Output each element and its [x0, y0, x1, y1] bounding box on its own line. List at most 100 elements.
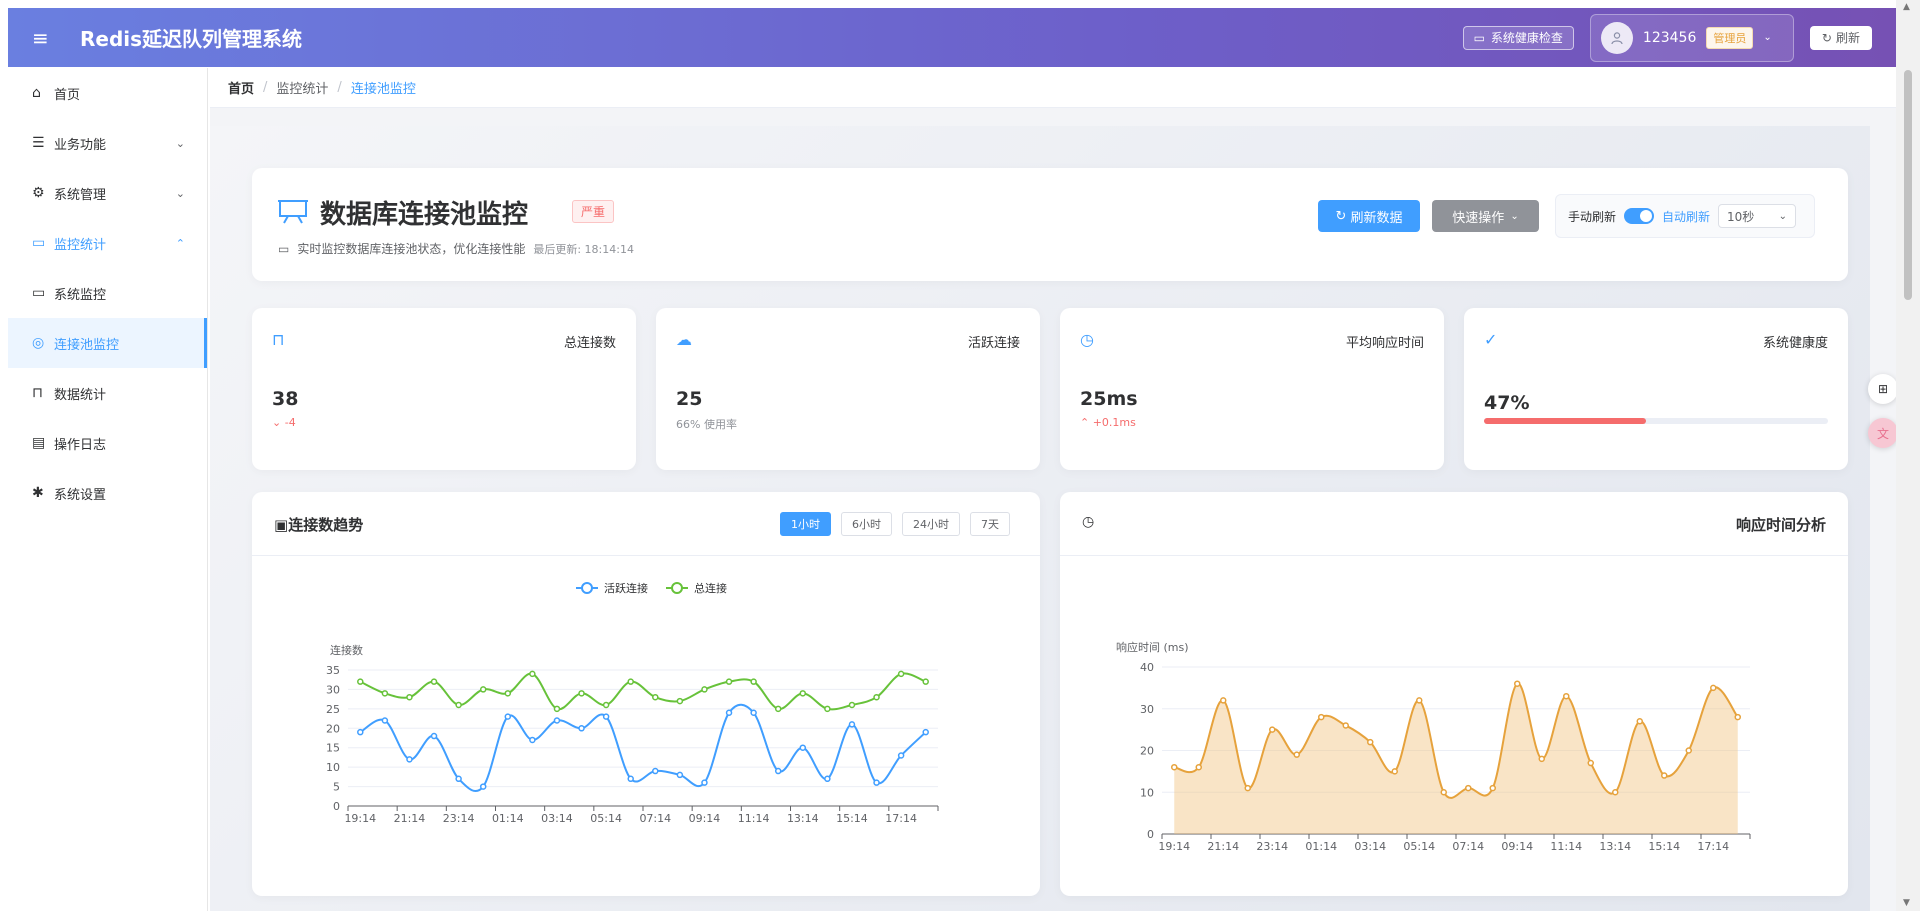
range-6h-button[interactable]: 6小时: [841, 512, 892, 536]
chevron-down-icon: ⌄: [175, 136, 185, 150]
range-24h-button[interactable]: 24小时: [902, 512, 960, 536]
sidebar-item-label: 操作日志: [54, 437, 107, 453]
quick-actions-button[interactable]: 快速操作 ⌄: [1432, 200, 1539, 232]
data-point: [873, 693, 880, 701]
user-menu[interactable]: 123456 管理员 ⌄: [1589, 13, 1794, 62]
sidebar-item-connection-pool[interactable]: ◎ 连接池监控: [8, 318, 207, 368]
monitor-icon: ▭: [1473, 30, 1485, 45]
chart-title: 响应时间分析: [1735, 516, 1826, 534]
sidebar-item-label: 首页: [54, 87, 81, 103]
username: 123456: [1642, 29, 1697, 46]
data-point: [897, 752, 905, 759]
data-point: [1465, 784, 1472, 792]
sidebar-item-home[interactable]: ⌂ 首页: [8, 68, 207, 118]
x-tick-label: 13:14: [1599, 840, 1631, 853]
scrollbar[interactable]: ▲ ▼: [1896, 0, 1920, 911]
data-point: [774, 767, 782, 775]
refresh-icon: ↻: [1821, 30, 1832, 45]
sidebar-item-label: 系统监控: [54, 287, 107, 303]
sidebar-item-monitoring[interactable]: ▭ 监控统计 ⌃: [8, 218, 207, 268]
main-area: 数据库连接池监控 严重 ▭ 实时监控数据库连接池状态，优化连接性能 最后更新: …: [210, 108, 1896, 911]
data-point: [406, 693, 413, 701]
data-point: [676, 771, 684, 779]
x-tick-label: 19:14: [1158, 840, 1190, 853]
stat-value: 38: [272, 388, 299, 410]
sidebar: ⌂ 首页 ☰ 业务功能 ⌄ ⚙ 系统管理 ⌄ ▭ 监控统计 ⌃ ▭ 系统监控 ◎…: [8, 68, 208, 911]
page-header-card: 数据库连接池监控 严重 ▭ 实时监控数据库连接池状态，优化连接性能 最后更新: …: [252, 168, 1848, 281]
data-point: [1293, 751, 1300, 758]
data-point: [1587, 759, 1594, 767]
data-point: [1367, 738, 1374, 746]
refresh-interval-select[interactable]: 10秒 ⌄: [1718, 204, 1797, 228]
data-point: [1416, 697, 1423, 704]
y-tick-label: 0: [1147, 828, 1154, 841]
menu-toggle-icon[interactable]: ≡: [32, 26, 76, 50]
data-point: [602, 713, 610, 720]
data-point: [1563, 692, 1570, 700]
data-point: [652, 693, 659, 701]
data-point: [406, 756, 413, 763]
data-point: [922, 728, 929, 736]
y-tick-label: 20: [326, 722, 340, 735]
top-header: ≡ Redis延迟队列管理系统 ▭ 系统健康检查 123456 管理员 ⌄ ↻ …: [8, 8, 1896, 67]
translate-icon[interactable]: 文: [1868, 418, 1898, 448]
breadcrumb-separator: /: [337, 80, 342, 95]
breadcrumb-current: 连接池监控: [350, 82, 416, 97]
connection-trend-chart: 0 5 10 15 20 25 30 35 连接数 19:14 21:14 23:14 01:14 03:…: [326, 581, 939, 825]
breadcrumb-monitoring[interactable]: 监控统计: [276, 78, 328, 97]
sidebar-item-operation-log[interactable]: ▤ 操作日志: [8, 418, 207, 468]
y-tick-label: 30: [1140, 703, 1154, 716]
x-tick-label: 15:14: [836, 812, 868, 825]
home-icon: ⌂: [32, 85, 41, 101]
sidebar-item-business[interactable]: ☰ 业务功能 ⌄: [8, 118, 207, 168]
sidebar-item-system-monitor[interactable]: ▭ 系统监控: [8, 268, 207, 318]
check-circle-icon: ✓: [1484, 330, 1498, 349]
scroll-thumb[interactable]: [1904, 70, 1912, 300]
stat-label: 活跃连接: [967, 336, 1020, 351]
document-icon: ▤: [32, 435, 46, 451]
data-point: [774, 705, 782, 713]
x-tick-label: 03:14: [541, 812, 573, 825]
data-point: [627, 775, 634, 783]
data-point: [1661, 772, 1668, 779]
y-tick-label: 5: [333, 781, 340, 794]
stat-card-active: ☁ 活跃连接 25 66% 使用率: [656, 308, 1040, 470]
x-tick-label: 15:14: [1648, 840, 1680, 853]
sidebar-item-data-stats[interactable]: ⊓ 数据统计: [8, 368, 207, 418]
refresh-data-button[interactable]: ↻ 刷新数据: [1318, 200, 1420, 232]
y-tick-label: 15: [326, 742, 340, 755]
range-1h-button[interactable]: 1小时: [780, 512, 831, 536]
scroll-up-icon[interactable]: ▲: [1903, 2, 1910, 12]
sidebar-item-label: 系统管理: [54, 187, 107, 203]
data-point: [529, 670, 536, 678]
scroll-down-icon[interactable]: ▼: [1903, 898, 1910, 908]
health-check-label: 系统健康检查: [1490, 31, 1563, 45]
range-7d-button[interactable]: 7天: [970, 512, 1010, 536]
data-point: [873, 779, 880, 786]
quick-actions-label: 快速操作: [1452, 210, 1505, 226]
sidebar-item-label: 监控统计: [54, 237, 107, 253]
breadcrumb-home[interactable]: 首页: [228, 78, 254, 97]
last-update: 最后更新: 18:14:14: [533, 242, 634, 256]
data-point: [848, 701, 856, 709]
data-point: [1612, 789, 1619, 796]
sidebar-item-system-admin[interactable]: ⚙ 系统管理 ⌄: [8, 168, 207, 218]
response-time-chart: 0 10 20 30 40 响应时间 (ms) 19:14 21:14 23:14 01:14 03…: [1116, 640, 1751, 853]
data-point: [1440, 789, 1447, 796]
data-point: [824, 775, 831, 783]
x-tick-label: 09:14: [689, 812, 721, 825]
sidebar-item-settings[interactable]: ✱ 系统设置: [8, 468, 207, 518]
data-point: [1269, 726, 1276, 733]
grid-add-icon[interactable]: ⊞: [1868, 374, 1898, 404]
health-check-button[interactable]: ▭ 系统健康检查: [1462, 25, 1574, 50]
data-point: [553, 705, 561, 713]
header-refresh-button[interactable]: ↻ 刷新: [1809, 25, 1872, 50]
auto-refresh-toggle[interactable]: [1624, 208, 1655, 224]
y-tick-label: 30: [326, 683, 340, 696]
auto-refresh-panel: 手动刷新 自动刷新 10秒 ⌄: [1555, 194, 1815, 238]
y-tick-label: 10: [1140, 786, 1154, 799]
breadcrumb: 首页 / 监控统计 / 连接池监控: [210, 68, 1896, 108]
header-actions: ▭ 系统健康检查 123456 管理员 ⌄ ↻ 刷新: [1462, 8, 1872, 67]
x-tick-label: 13:14: [787, 812, 819, 825]
data-point: [1514, 680, 1521, 687]
